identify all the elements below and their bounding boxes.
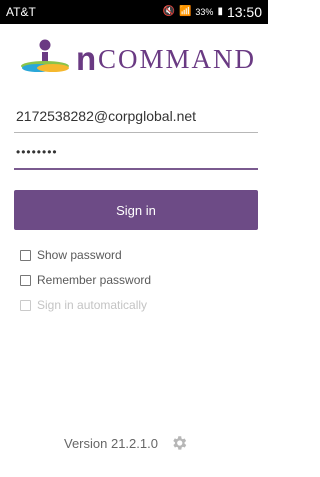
sign-in-automatically-checkbox — [20, 299, 31, 311]
password-input[interactable] — [14, 140, 260, 164]
carrier-label: AT&T — [6, 5, 36, 19]
remember-password-checkbox[interactable] — [20, 274, 31, 286]
battery-icon: ▮ — [217, 6, 223, 17]
clock: 13:50 — [226, 4, 262, 20]
footer: Version 21.2.1.0 — [64, 434, 188, 452]
show-password-checkbox[interactable] — [20, 249, 31, 261]
battery-percent: 33% — [195, 7, 214, 17]
show-password-option[interactable]: Show password — [20, 246, 122, 264]
wifi-icon: 📶 — [178, 6, 192, 17]
remember-password-label: Remember password — [37, 273, 152, 287]
logo-command: COMMAND — [98, 44, 257, 74]
status-bar: AT&T 🔇 📶 33% ▮ 13:50 — [0, 0, 268, 24]
password-field[interactable] — [14, 140, 260, 170]
sign-in-automatically-label: Sign in automatically — [37, 298, 148, 312]
version-label: Version 21.2.1.0 — [64, 435, 158, 451]
gear-icon[interactable] — [170, 434, 188, 452]
mute-icon: 🔇 — [162, 6, 175, 17]
sign-in-button[interactable]: Sign in — [14, 190, 258, 230]
email-input[interactable] — [14, 104, 260, 128]
logo-n: n — [76, 40, 97, 77]
show-password-label: Show password — [37, 248, 122, 262]
remember-password-option[interactable]: Remember password — [20, 271, 151, 289]
app-logo: n COMMAND — [18, 38, 258, 78]
status-icons: 🔇 📶 33% ▮ 13:50 — [163, 0, 262, 24]
email-field[interactable] — [14, 104, 260, 133]
sign-in-automatically-option: Sign in automatically — [20, 296, 147, 314]
logo-mark-icon — [21, 39, 69, 72]
